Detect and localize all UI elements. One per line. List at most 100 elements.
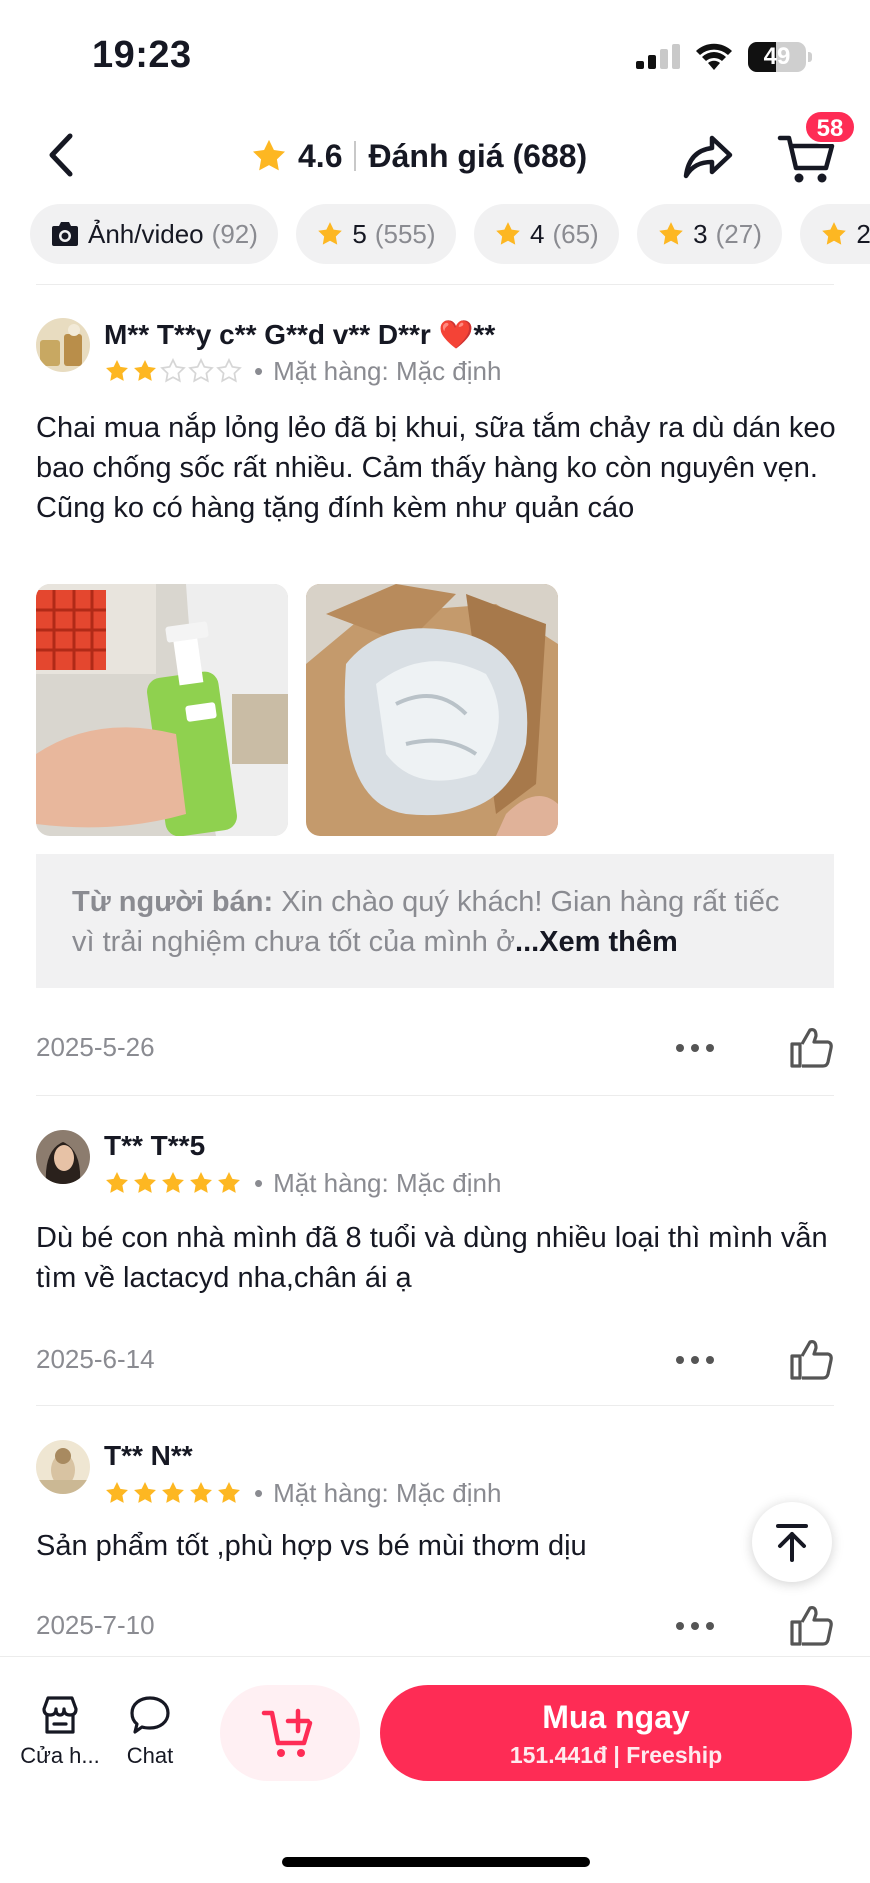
buy-now-label: Mua ngay [542,1699,690,1735]
filter-chip-count: (65) [552,218,599,249]
item-variant: Mặt hàng: Mặc định [273,355,502,386]
review-item: T** T**5 • Mặt hàng: Mặc định Dù bé con … [36,1130,836,1380]
title-divider [354,141,357,171]
filter-chip-label: 5 [352,218,367,249]
chat-button[interactable]: Chat [112,1693,188,1769]
star-icon [659,222,683,245]
divider [36,284,834,285]
star-empty-icon [160,358,186,383]
filter-chip-label: Ảnh/video [88,218,204,249]
star-filled-icon [190,1481,212,1503]
add-to-cart-button[interactable] [220,1685,360,1781]
header: 4.6 Đánh giá (688) 58 [0,110,870,202]
review-item: M** T**y c** G**d v** D**r ❤️** • Mặt hà… [36,318,836,1068]
star-empty-icon [216,358,242,383]
filter-chip-count: (92) [211,218,258,249]
more-options-icon[interactable] [674,1614,716,1638]
star-rating [104,358,244,384]
avatar[interactable] [36,318,90,372]
divider [36,1405,834,1406]
avatar[interactable] [36,1130,90,1184]
review-meta: • Mặt hàng: Mặc định [104,1168,501,1198]
star-filled-icon [106,359,128,381]
star-rating [104,1480,244,1506]
star-filled-icon [106,1481,128,1503]
review-text: Sản phẩm tốt ,phù hợp vs bé mùi thơm dịu [36,1530,587,1562]
back-to-top-button[interactable] [752,1502,832,1582]
reviewer-name: T** T**5 [104,1130,206,1161]
filter-chip-label: 3 [693,218,708,249]
wifi-icon [696,43,732,70]
filter-chip-4-star[interactable]: 4 (65) [473,204,619,264]
thumbs-up-icon[interactable] [788,1602,834,1648]
star-filled-icon [134,1481,156,1503]
reviewer-name: T** N** [104,1440,193,1471]
filter-chip-3-star[interactable]: 3 (27) [637,204,782,264]
star-filled-icon [162,1171,184,1193]
review-photo[interactable] [306,584,558,836]
star-filled-icon [190,1171,212,1193]
review-footer: 2025-5-26 [36,1024,836,1074]
bottom-action-bar: Cửa h... Chat Mua ngay 151.441đ | Freesh… [0,1656,870,1883]
filter-chip-label: 4 [529,218,545,249]
price: 151.441đ [509,1742,608,1768]
review-date: 2025-5-26 [36,1032,155,1062]
seller-reply-label: Từ người bán: [72,886,274,918]
star-icon [822,222,847,245]
seller-reply[interactable]: Từ người bán: Xin chào quý khách! Gian h… [36,854,834,988]
cellular-signal-icon [636,44,680,69]
page-title: 4.6 Đánh giá (688) [250,132,587,180]
add-to-cart-icon [261,1708,313,1757]
more-options-icon[interactable] [674,1036,716,1060]
star-filled-icon [218,1481,240,1503]
review-footer: 2025-6-14 [36,1336,836,1386]
item-variant: Mặt hàng: Mặc định [273,1167,502,1198]
filter-chip-count: (27) [715,218,762,249]
shop-button[interactable]: Cửa h... [18,1693,102,1769]
star-filled-icon [134,1171,156,1193]
star-icon [253,139,285,171]
reviewer-name: M** T**y c** G**d v** D**r ❤️** [104,319,496,350]
filter-chip-2-star[interactable]: 2 [800,204,870,264]
rating-filter-chips: Ảnh/video (92) 5 (555) 4 (65) 3 (27) 2 [30,204,870,266]
filter-chip-photo-video[interactable]: Ảnh/video (92) [30,204,278,264]
filter-chip-label: 2 [856,218,870,249]
see-more-link[interactable]: ...Xem thêm [515,926,678,958]
battery-icon: 49 [748,42,812,72]
star-rating [104,1170,244,1196]
review-photos [36,584,576,836]
review-meta: • Mặt hàng: Mặc định [104,1478,501,1508]
star-filled-icon [134,359,156,381]
review-meta: • Mặt hàng: Mặc định [104,356,501,386]
avatar[interactable] [36,1440,90,1494]
home-indicator [282,1857,590,1867]
item-variant: Mặt hàng: Mặc định [273,1477,502,1508]
review-photo[interactable] [36,584,288,836]
buy-now-subtitle: 151.441đ | Freeship [509,1742,723,1768]
back-chevron-icon[interactable] [42,130,82,180]
review-footer: 2025-7-10 [36,1602,836,1652]
buy-now-button[interactable]: Mua ngay 151.441đ | Freeship [380,1685,852,1781]
shop-label: Cửa h... [20,1743,100,1768]
more-options-icon[interactable] [674,1348,716,1372]
arrow-up-icon [776,1524,808,1562]
star-empty-icon [188,358,214,383]
review-text: Dù bé con nhà mình đã 8 tuổi và dùng nhi… [36,1222,828,1294]
shop-icon [42,1696,78,1734]
status-bar: 19:23 49 [0,0,870,110]
star-filled-icon [162,1481,184,1503]
meta-separator: • [254,1167,264,1198]
shipping-badge: Freeship [626,1742,723,1768]
share-icon[interactable] [680,128,736,184]
star-filled-icon [218,1171,240,1193]
reviews-title: Đánh giá (688) [368,137,588,174]
thumbs-up-icon[interactable] [788,1024,834,1070]
review-date: 2025-7-10 [36,1610,155,1640]
status-time: 19:23 [92,34,192,76]
thumbs-up-icon[interactable] [788,1336,834,1382]
meta-separator: • [254,355,264,386]
star-icon [496,222,520,245]
star-filled-icon [106,1171,128,1193]
filter-chip-5-star[interactable]: 5 (555) [296,204,456,264]
review-item: T** N** • Mặt hàng: Mặc định Sản phẩm tố… [36,1440,836,1650]
